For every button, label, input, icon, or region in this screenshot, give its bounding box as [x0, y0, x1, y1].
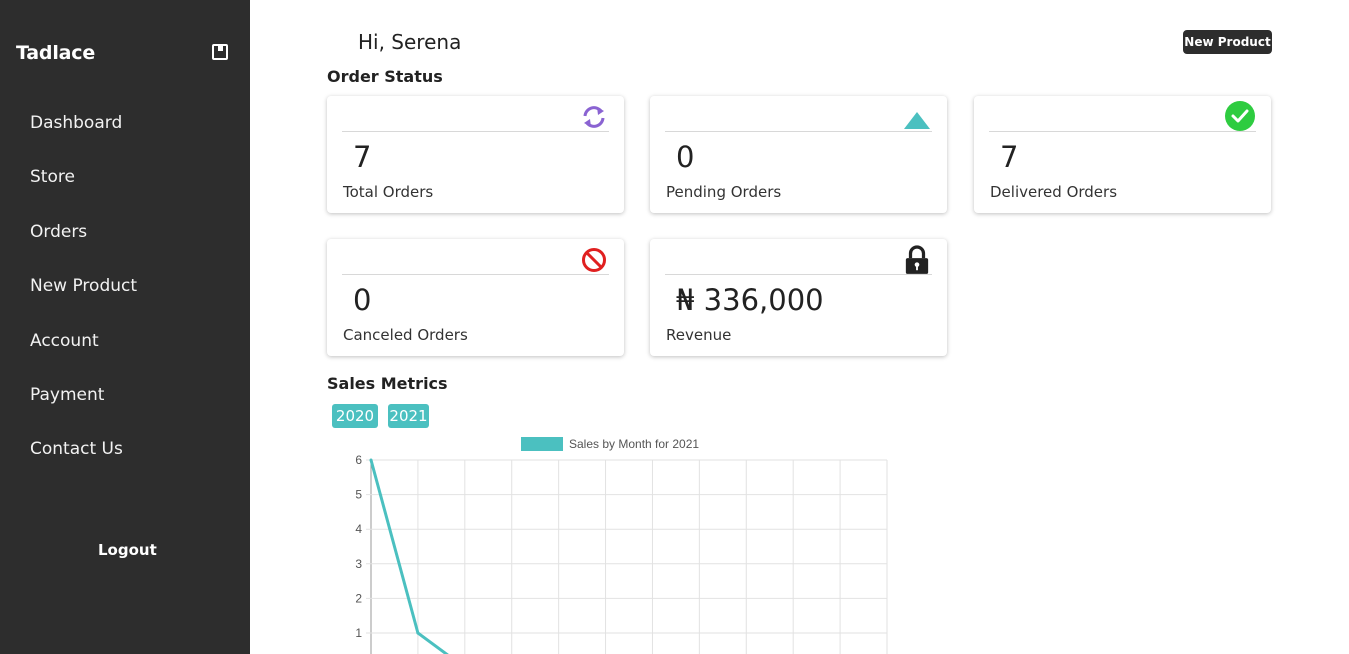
canceled-orders-label: Canceled Orders — [343, 326, 468, 344]
brand-title[interactable]: Tadlace — [16, 42, 95, 64]
canceled-orders-card: 0 Canceled Orders — [327, 239, 624, 356]
sidebar-item-contact-us[interactable]: Contact Us — [30, 439, 123, 459]
data-point — [416, 631, 420, 635]
y-tick-label: 6 — [355, 453, 362, 467]
card-divider — [665, 131, 932, 132]
sidebar-item-new-product[interactable]: New Product — [30, 276, 137, 296]
pending-orders-card: 0 Pending Orders — [650, 96, 947, 213]
total-orders-label: Total Orders — [343, 183, 434, 201]
check-circle-icon — [1225, 101, 1255, 131]
revenue-label: Revenue — [666, 326, 732, 344]
total-orders-card: 7 Total Orders — [327, 96, 624, 213]
bookmark-icon[interactable] — [212, 44, 228, 60]
sidebar: Tadlace Dashboard Store Orders New Produ… — [0, 0, 250, 654]
sidebar-item-orders[interactable]: Orders — [30, 222, 87, 242]
triangle-up-icon — [904, 112, 930, 129]
logout-button[interactable]: Logout — [98, 541, 157, 559]
y-tick-label: 4 — [355, 522, 362, 536]
y-tick-label: 2 — [355, 591, 362, 605]
card-divider — [342, 131, 609, 132]
revenue-value: ₦ 336,000 — [676, 283, 824, 317]
sales-chart: Sales by Month for 2021 123456 — [327, 432, 907, 654]
refresh-icon — [583, 106, 605, 128]
lock-icon — [905, 245, 929, 274]
pending-orders-label: Pending Orders — [666, 183, 782, 201]
card-divider — [989, 131, 1256, 132]
new-product-button[interactable]: New Product — [1183, 30, 1272, 54]
sidebar-item-dashboard[interactable]: Dashboard — [30, 113, 122, 133]
chart-canvas: 1 2 3 4 5 6 — [355, 453, 888, 654]
sidebar-item-payment[interactable]: Payment — [30, 385, 104, 405]
year-2020-button[interactable]: 2020 — [332, 404, 378, 428]
delivered-orders-card: 7 Delivered Orders — [974, 96, 1271, 213]
revenue-card: ₦ 336,000 Revenue — [650, 239, 947, 356]
greeting: Hi, Serena — [358, 30, 462, 54]
sales-metrics-title: Sales Metrics — [327, 374, 448, 393]
y-tick-label: 5 — [355, 488, 362, 502]
canceled-orders-value: 0 — [353, 283, 372, 317]
y-tick-label: 1 — [355, 626, 362, 640]
delivered-orders-value: 7 — [1000, 140, 1019, 174]
y-tick-label: 3 — [355, 557, 362, 571]
order-status-title: Order Status — [327, 67, 443, 86]
data-point — [369, 458, 373, 462]
card-divider — [665, 274, 932, 275]
total-orders-value: 7 — [353, 140, 372, 174]
sidebar-item-store[interactable]: Store — [30, 167, 75, 187]
card-divider — [342, 274, 609, 275]
ban-icon — [582, 248, 606, 272]
delivered-orders-label: Delivered Orders — [990, 183, 1118, 201]
sidebar-item-account[interactable]: Account — [30, 331, 99, 351]
year-2021-button[interactable]: 2021 — [388, 404, 429, 428]
pending-orders-value: 0 — [676, 140, 695, 174]
